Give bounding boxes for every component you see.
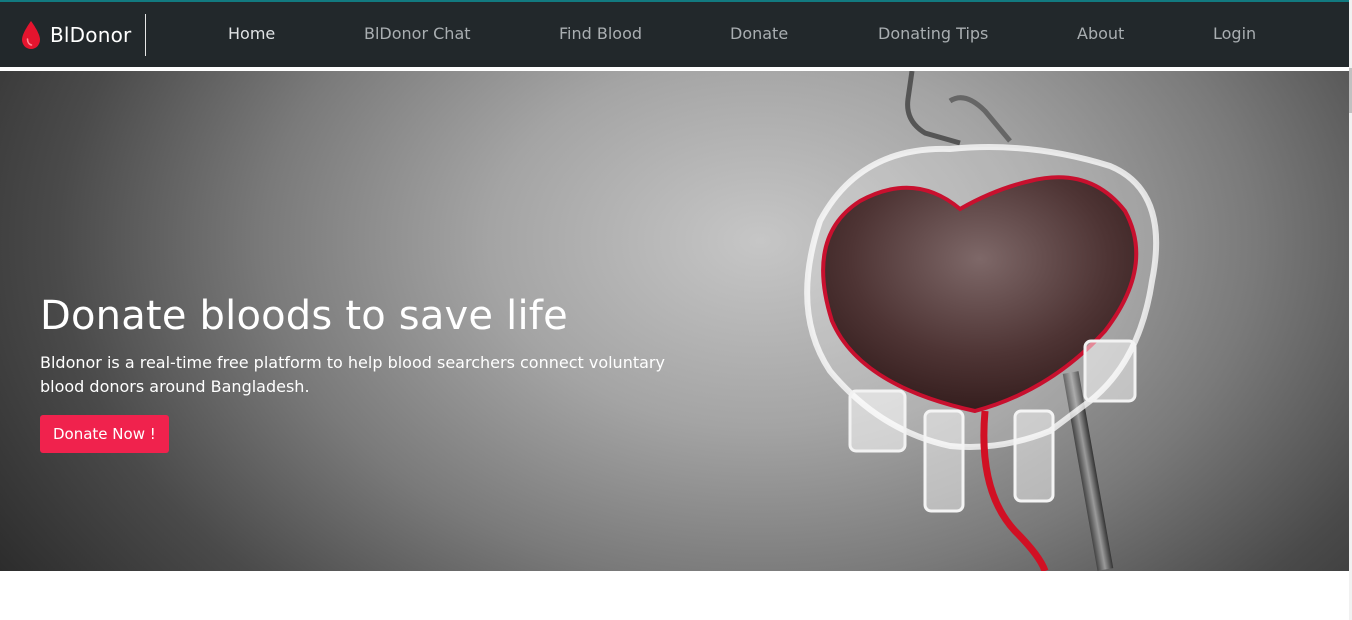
nav-home[interactable]: Home bbox=[228, 2, 275, 67]
donate-now-button[interactable]: Donate Now ! bbox=[40, 415, 169, 453]
nav-donating-tips[interactable]: Donating Tips bbox=[878, 2, 988, 67]
brand-name: BlDonor bbox=[50, 23, 132, 47]
blood-drop-icon bbox=[22, 21, 40, 49]
brand-divider bbox=[145, 14, 146, 56]
hero-banner: Donate bloods to save life Bldonor is a … bbox=[0, 71, 1349, 571]
nav-donate[interactable]: Donate bbox=[730, 2, 788, 67]
hero-title: Donate bloods to save life bbox=[40, 293, 568, 339]
nav-find-blood[interactable]: Find Blood bbox=[559, 2, 642, 67]
top-navbar: BlDonor Home BlDonor Chat Find Blood Don… bbox=[0, 0, 1352, 67]
nav-bldonor-chat[interactable]: BlDonor Chat bbox=[364, 2, 471, 67]
nav-login[interactable]: Login bbox=[1213, 2, 1256, 67]
nav-about[interactable]: About bbox=[1077, 2, 1124, 67]
brand-logo-link[interactable]: BlDonor bbox=[20, 16, 131, 54]
hero-description: Bldonor is a real-time free platform to … bbox=[40, 353, 665, 396]
